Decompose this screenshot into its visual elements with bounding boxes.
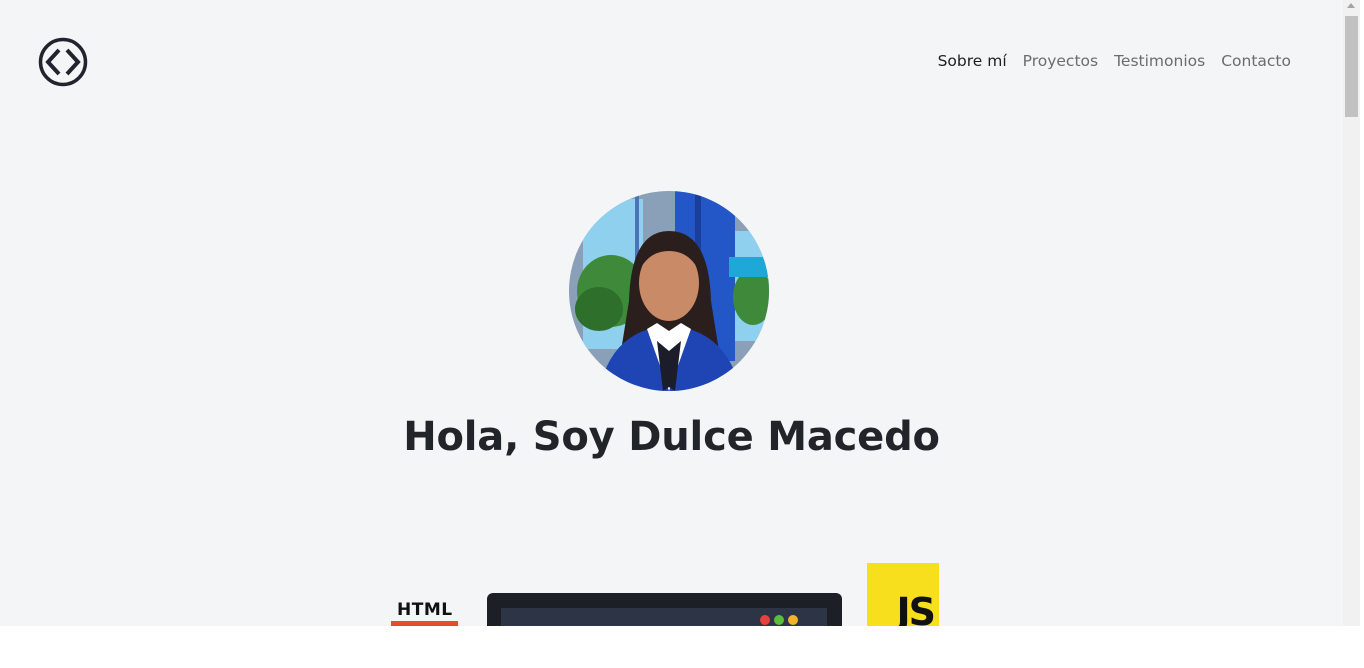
window-dot-yellow — [788, 615, 798, 625]
page-title: Hola, Soy Dulce Macedo — [403, 414, 940, 460]
scrollbar[interactable] — [1343, 0, 1360, 626]
nav-link-proyectos[interactable]: Proyectos — [1023, 50, 1098, 72]
scroll-thumb[interactable] — [1345, 16, 1358, 117]
nav-link-contacto[interactable]: Contacto — [1221, 50, 1291, 72]
scroll-up-arrow-icon[interactable] — [1347, 3, 1355, 8]
laptop-illustration — [487, 593, 842, 626]
js-badge: JS — [867, 563, 939, 626]
nav-link-sobre-mi[interactable]: Sobre mí — [938, 50, 1007, 72]
window-dot-red — [760, 615, 770, 625]
main-nav: Sobre mí Proyectos Testimonios Contacto — [938, 50, 1291, 72]
html-underline — [391, 621, 458, 626]
page-viewport: Sobre mí Proyectos Testimonios Contacto … — [0, 0, 1343, 626]
profile-photo — [569, 191, 769, 391]
nav-link-testimonios[interactable]: Testimonios — [1114, 50, 1205, 72]
avatar — [569, 191, 769, 391]
window-dot-green — [774, 615, 784, 625]
js-label: JS — [896, 590, 935, 626]
html-label: HTML — [397, 600, 453, 620]
code-brackets-icon[interactable] — [38, 37, 88, 87]
html-badge: HTML — [391, 598, 459, 626]
